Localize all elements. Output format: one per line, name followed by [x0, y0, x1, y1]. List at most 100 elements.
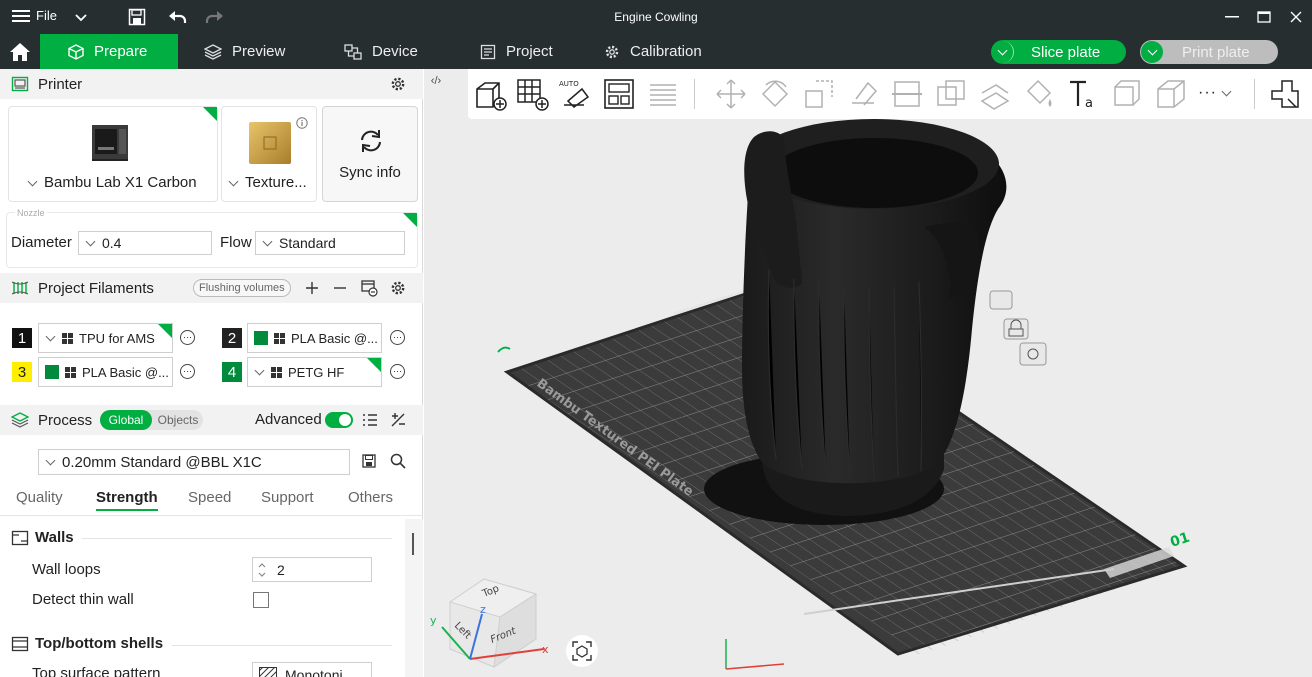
selected-corner-mark: [158, 324, 172, 338]
maximize-icon[interactable]: [1254, 8, 1274, 26]
svg-text:z: z: [480, 603, 486, 616]
sync-icon: [361, 130, 381, 152]
save-icon[interactable]: [126, 6, 148, 28]
plate-type-card[interactable]: Texture...: [221, 106, 317, 202]
selected-corner-mark: [367, 358, 381, 372]
global-objects-switch[interactable]: Global Objects: [100, 410, 203, 430]
compare-icon[interactable]: [390, 412, 406, 428]
scene-canvas[interactable]: Bambu Textured PEI Plate 01 Top Left Fro…: [424, 69, 1312, 677]
tab-device-label: Device: [372, 43, 418, 60]
advanced-toggle[interactable]: [325, 412, 353, 428]
diameter-select[interactable]: 0.4: [78, 231, 212, 255]
main-tab-bar: Prepare Preview Device Project Calibrati…: [0, 34, 1312, 69]
tab-calibration-label: Calibration: [630, 43, 702, 60]
ams-sync-icon[interactable]: [360, 279, 378, 297]
settings-scrollbar-thumb[interactable]: [412, 533, 414, 555]
printer-section-header: Printer: [0, 69, 423, 99]
printer-select[interactable]: Bambu Lab X1 Carbon: [27, 174, 197, 191]
divider: [82, 538, 392, 539]
bambu-logo-icon: [274, 332, 285, 344]
undo-icon[interactable]: [166, 6, 188, 28]
fit-view-button[interactable]: [566, 635, 598, 667]
plate-settings-icon[interactable]: [989, 290, 1013, 310]
close-icon[interactable]: [1286, 8, 1306, 26]
nozzle-caption: Nozzle: [15, 208, 47, 218]
tab-prepare[interactable]: Prepare: [40, 34, 178, 69]
stepper-icon[interactable]: [257, 561, 267, 579]
wall-loops-input[interactable]: 2: [252, 557, 372, 582]
filament-4-more-icon[interactable]: ···: [390, 364, 405, 379]
home-icon: [10, 42, 30, 61]
subtab-support[interactable]: Support: [261, 489, 314, 506]
pattern-icon: [259, 667, 277, 677]
chevron-down-icon: [228, 176, 239, 186]
device-icon: [344, 43, 362, 60]
subtab-speed[interactable]: Speed: [188, 489, 231, 506]
tab-calibration[interactable]: Calibration: [604, 34, 702, 69]
filament-settings-gear-icon[interactable]: [390, 280, 406, 296]
settings-scrollbar-track[interactable]: [405, 519, 423, 677]
top-surface-pattern-label: Top surface pattern: [32, 665, 161, 677]
sync-info-button[interactable]: Sync info: [322, 106, 418, 202]
plate-name: Texture...: [245, 174, 307, 191]
subtab-others[interactable]: Others: [348, 489, 393, 506]
printer-section-title: Printer: [38, 75, 83, 93]
subtab-strength[interactable]: Strength: [96, 489, 158, 511]
printer-card[interactable]: Bambu Lab X1 Carbon: [8, 106, 218, 202]
selected-corner-mark: [203, 107, 217, 121]
list-icon[interactable]: [362, 413, 378, 427]
home-button[interactable]: [0, 34, 40, 69]
flow-value: Standard: [279, 235, 336, 251]
filament-3-more-icon[interactable]: ···: [180, 364, 195, 379]
filament-2-more-icon[interactable]: ···: [390, 330, 405, 345]
slice-dropdown-icon[interactable]: [992, 41, 1014, 63]
fit-view-icon: [572, 641, 592, 661]
filament-3-select[interactable]: PLA Basic @...: [38, 357, 173, 387]
chevron-down-icon: [45, 455, 56, 466]
top-surface-pattern-select[interactable]: Monotoni: [252, 662, 372, 677]
tab-device[interactable]: Device: [344, 34, 418, 69]
tab-preview[interactable]: Preview: [204, 34, 285, 69]
filament-4-name: PETG HF: [288, 364, 345, 380]
print-dropdown-icon[interactable]: [1141, 41, 1163, 63]
minimize-icon[interactable]: [1222, 8, 1242, 26]
filament-index-2: 2: [222, 328, 242, 348]
print-plate-button[interactable]: Print plate: [1140, 40, 1278, 64]
process-preset-select[interactable]: 0.20mm Standard @BBL X1C: [38, 449, 350, 475]
3d-viewport[interactable]: ‹/› AUTO a ··· Bambu Textured PEI Plate …: [424, 69, 1312, 677]
flow-select[interactable]: Standard: [255, 231, 405, 255]
chevron-down-icon: [45, 331, 56, 342]
plate-gear-icon[interactable]: [1019, 342, 1047, 366]
remove-filament-icon[interactable]: [333, 281, 347, 295]
top-surface-pattern-value: Monotoni: [285, 667, 343, 677]
save-preset-icon[interactable]: [362, 454, 376, 468]
file-menu-button[interactable]: File: [12, 8, 57, 23]
subtab-quality[interactable]: Quality: [16, 489, 63, 506]
wall-loops-label: Wall loops: [32, 561, 101, 578]
plate-select[interactable]: Texture...: [228, 174, 307, 191]
tab-project[interactable]: Project: [480, 34, 553, 69]
chevron-down-icon: [254, 365, 265, 376]
objects-option[interactable]: Objects: [154, 410, 202, 430]
slice-plate-button[interactable]: Slice plate: [991, 40, 1126, 64]
filament-4-select[interactable]: PETG HF: [247, 357, 382, 387]
filament-2-select[interactable]: PLA Basic @...: [247, 323, 382, 353]
wall-loops-value: 2: [277, 561, 285, 578]
filament-1-select[interactable]: TPU for AMS: [38, 323, 173, 353]
detect-thin-wall-checkbox[interactable]: [253, 592, 269, 608]
filament-1-more-icon[interactable]: ···: [180, 330, 195, 345]
printer-settings-gear-icon[interactable]: [390, 76, 406, 92]
tab-preview-label: Preview: [232, 43, 286, 60]
global-option[interactable]: Global: [100, 410, 152, 430]
redo-icon[interactable]: [204, 6, 226, 28]
menu-dropdown-icon[interactable]: [70, 6, 92, 28]
add-filament-icon[interactable]: [305, 281, 319, 295]
filament-icon: [11, 281, 29, 295]
bambu-logo-icon: [62, 332, 73, 344]
info-icon[interactable]: [296, 117, 308, 129]
view-cube[interactable]: Top Left Front x y z: [430, 578, 549, 669]
search-icon[interactable]: [390, 453, 406, 469]
title-bar: File Engine Cowling: [0, 0, 1312, 34]
flushing-volumes-button[interactable]: Flushing volumes: [193, 279, 291, 297]
textured-plate-thumbnail: [249, 122, 291, 164]
